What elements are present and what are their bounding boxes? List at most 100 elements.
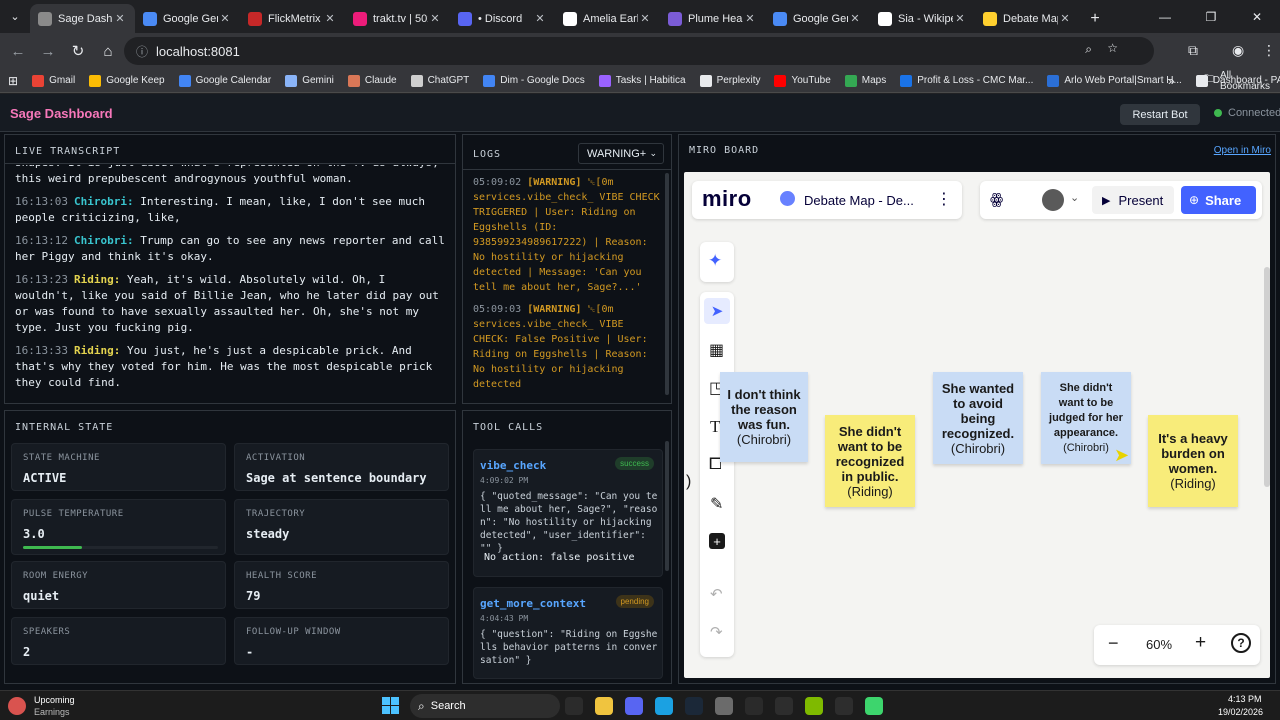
tools-scrollbar[interactable]	[665, 441, 669, 571]
zoom-level[interactable]: 60%	[1146, 637, 1172, 652]
bookmark-star-icon[interactable]: ☆	[1107, 41, 1118, 55]
bookmark-item[interactable]: Claude	[347, 74, 397, 87]
tab-search-button[interactable]: ⌄	[0, 0, 30, 33]
bookmark-item[interactable]: ChatGPT	[410, 74, 469, 87]
avatar[interactable]	[1042, 189, 1064, 211]
tab[interactable]: Sage Dashboard✕	[30, 4, 135, 33]
taskbar-app-icon[interactable]	[625, 697, 643, 715]
zoom-in-icon[interactable]: +	[1195, 632, 1206, 654]
apps-icon[interactable]: ⊞	[8, 74, 18, 88]
minimize-button[interactable]: —	[1142, 0, 1188, 33]
transcript-scroll[interactable]: shapes. It is just about what's represen…	[15, 165, 445, 403]
tool-call-card[interactable]: get_more_context pending 4:04:43 PM { "ques…	[473, 587, 663, 679]
back-button[interactable]: ←	[3, 36, 33, 66]
help-icon[interactable]: ?	[1231, 633, 1251, 653]
clock-time[interactable]: 4:13 PM	[1228, 694, 1262, 704]
select-cursor-icon[interactable]: ➤	[704, 298, 730, 324]
open-in-miro-link[interactable]: Open in Miro	[1214, 145, 1271, 156]
sticky-note[interactable]: She didn't want to be recognized in publ…	[825, 415, 915, 507]
bookmark-item[interactable]: Perplexity	[699, 74, 760, 87]
bookmark-item[interactable]: Gemini	[285, 74, 334, 87]
tab[interactable]: • Discord ✕	[450, 4, 555, 33]
taskbar-app-icon[interactable]	[775, 697, 793, 715]
present-button[interactable]: ▶ Present	[1092, 186, 1174, 214]
avatar-chevron-icon[interactable]: ⌄	[1070, 191, 1079, 204]
taskbar-app-icon[interactable]	[565, 697, 583, 715]
restart-bot-button[interactable]: Restart Bot	[1120, 104, 1200, 125]
log-level-select[interactable]: WARNING+ ⌄	[578, 143, 664, 164]
address-bar[interactable]: ⓘ localhost:8081 ⌕ ☆	[124, 37, 1154, 65]
more-bookmarks-icon[interactable]: »	[1168, 74, 1175, 88]
windows-start-icon[interactable]	[382, 697, 399, 714]
site-info-icon[interactable]: ⓘ	[136, 43, 148, 60]
tab[interactable]: Google Gemini✕	[765, 4, 870, 33]
undo-icon[interactable]: ↶	[710, 585, 723, 603]
zoom-icon[interactable]: ⌕	[1085, 42, 1092, 57]
taskbar-app-icon[interactable]	[865, 697, 883, 715]
tab[interactable]: Amelia Earhart✕	[555, 4, 660, 33]
add-more-icon[interactable]: +	[709, 533, 725, 549]
bookmark-item[interactable]: Arlo Web Portal|Smart H...	[1047, 74, 1182, 87]
tab-close-icon[interactable]: ✕	[323, 12, 337, 25]
clock-date[interactable]: 19/02/2026	[1218, 707, 1263, 717]
bookmark-item[interactable]: Dim - Google Docs	[483, 74, 585, 87]
bookmark-item[interactable]: Maps	[844, 74, 886, 87]
taskbar-app-icon[interactable]	[805, 697, 823, 715]
bookmark-item[interactable]: Profit & Loss - CMC Mar...	[900, 74, 1033, 87]
share-button[interactable]: ⊕ Share	[1181, 186, 1256, 214]
taskbar-app-icon[interactable]	[685, 697, 703, 715]
bookmark-item[interactable]: Tasks | Habitica	[598, 74, 686, 87]
taskbar-app-icon[interactable]	[655, 697, 673, 715]
reload-button[interactable]: ↻	[63, 36, 93, 66]
miro-embed[interactable]: miro Debate Map - De... ⋮ ꙮ ⌄ ▶ Present …	[684, 172, 1270, 678]
sticky-note[interactable]: I don't think the reason was fun. (Chirob…	[720, 372, 808, 462]
tab-close-icon[interactable]: ✕	[848, 12, 862, 25]
logs-scroll[interactable]: 05:09:02 [WARNING] ␛[0m services.vibe_ch…	[473, 175, 661, 400]
bookmark-item[interactable]: Google Keep	[89, 74, 165, 87]
taskbar-app-icon[interactable]	[595, 697, 613, 715]
board-name[interactable]: Debate Map - De...	[804, 193, 914, 208]
taskbar-app-icon[interactable]	[835, 697, 853, 715]
tab-close-icon[interactable]: ✕	[533, 12, 547, 25]
sticky-note[interactable]: She wanted to avoid being recognized. (Ch…	[933, 372, 1023, 464]
taskbar-app-icon[interactable]	[715, 697, 733, 715]
board-menu-icon[interactable]: ⋮	[936, 189, 952, 209]
tab-close-icon[interactable]: ✕	[428, 12, 442, 25]
zoom-out-icon[interactable]: −	[1108, 633, 1119, 654]
sticky-note[interactable]: It's a heavy burden on women. (Riding)	[1148, 415, 1238, 507]
forward-button[interactable]: →	[33, 36, 63, 66]
taskbar-app-icon[interactable]	[745, 697, 763, 715]
tab[interactable]: FlickMetrix ✕	[240, 4, 345, 33]
profile-icon[interactable]: ◉	[1232, 42, 1244, 59]
tab[interactable]: Plume Health✕	[660, 4, 765, 33]
maximize-button[interactable]: ❐	[1188, 0, 1234, 33]
ai-sparkle-icon[interactable]: ✦	[708, 251, 722, 271]
logs-scrollbar[interactable]	[665, 173, 669, 395]
bookmark-item[interactable]: Gmail	[32, 74, 75, 87]
weather-icon[interactable]	[8, 697, 26, 715]
new-tab-button[interactable]: +	[1080, 4, 1110, 33]
tab-close-icon[interactable]: ✕	[743, 12, 757, 25]
tab-close-icon[interactable]: ✕	[1058, 12, 1072, 25]
bookmark-item[interactable]: Google Calendar	[178, 74, 271, 87]
home-button[interactable]: ⌂	[93, 36, 123, 66]
text-tool-icon[interactable]: T	[710, 417, 720, 437]
tab-close-icon[interactable]: ✕	[638, 12, 652, 25]
pen-icon[interactable]: ✎	[710, 494, 723, 514]
tab[interactable]: trakt.tv | 502: B✕	[345, 4, 450, 33]
miro-scrollbar[interactable]	[1264, 267, 1270, 487]
taskbar-search[interactable]: ⌕ Search	[410, 694, 560, 718]
reactions-icon[interactable]: ꙮ	[990, 190, 1003, 208]
bookmark-item[interactable]: YouTube	[774, 74, 831, 87]
menu-icon[interactable]: ⋮	[1262, 42, 1276, 59]
tab[interactable]: Sia - Wikipedia✕	[870, 4, 975, 33]
close-window-button[interactable]: ✕	[1234, 0, 1280, 33]
redo-icon[interactable]: ↷	[710, 623, 723, 641]
tab-close-icon[interactable]: ✕	[218, 12, 232, 25]
template-icon[interactable]: ▦	[709, 340, 724, 360]
tool-call-card[interactable]: vibe_check success 4:09:02 PM { "quoted_mes…	[473, 449, 663, 577]
tab[interactable]: Debate Map ✕	[975, 4, 1080, 33]
extensions-icon[interactable]: ⧉	[1188, 42, 1198, 59]
all-bookmarks-button[interactable]: 🗀 All Bookmarks	[1204, 70, 1280, 92]
tab-close-icon[interactable]: ✕	[113, 12, 127, 25]
